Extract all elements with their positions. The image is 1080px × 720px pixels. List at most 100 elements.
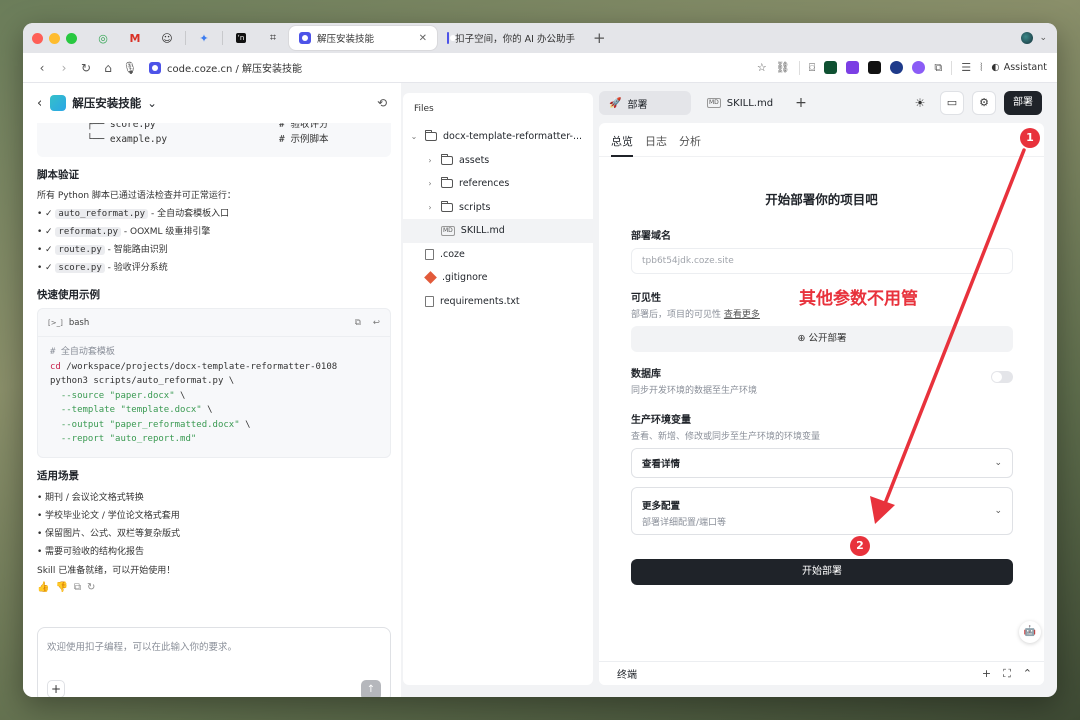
tree-item-gitignore[interactable]: .gitignore bbox=[403, 266, 593, 290]
tab-deploy[interactable]: 🚀 部署 bbox=[599, 91, 691, 115]
tree-item-scripts[interactable]: › scripts bbox=[403, 196, 593, 220]
maximize-window-button[interactable] bbox=[66, 32, 77, 44]
add-terminal-icon[interactable]: + bbox=[982, 667, 991, 681]
view-more-link[interactable]: 查看更多 bbox=[724, 310, 760, 320]
verify-list: ✓ auto_reformat.py - 全自动套模板入口 ✓ reformat… bbox=[37, 205, 391, 277]
folder-icon bbox=[440, 153, 453, 165]
microphone-icon[interactable]: 🎙 bbox=[119, 61, 141, 75]
tree-item-skill-md[interactable]: MD SKILL.md bbox=[403, 219, 593, 243]
terminal-label: 终端 bbox=[617, 670, 637, 681]
chat-input[interactable]: 欢迎使用扣子编程，可以在此输入你的要求。 + ↑ bbox=[37, 627, 391, 697]
minimize-window-button[interactable] bbox=[49, 32, 60, 44]
thumbs-up-icon[interactable]: 👍 bbox=[37, 582, 49, 593]
avatar bbox=[1021, 32, 1034, 44]
list-item: 期刊 / 会议论文格式转换 bbox=[37, 489, 391, 507]
menu-icon[interactable]: ☰ bbox=[961, 61, 971, 74]
extension-icon[interactable] bbox=[824, 61, 838, 74]
camera-icon[interactable]: ⌼ bbox=[809, 61, 816, 75]
tab-coze-space[interactable]: 扣子空间，你的 AI 办公助手 bbox=[437, 26, 585, 50]
skill-icon bbox=[50, 95, 67, 111]
chat-messages: ├── score.py # 验收评分 └── example.py # 示例脚… bbox=[37, 123, 391, 593]
wrap-icon[interactable]: ↩ bbox=[373, 318, 380, 328]
more-config-select[interactable]: 更多配置 部署详细配置/端口等 ⌄ bbox=[631, 487, 1013, 535]
assistant-bot-button[interactable]: 🤖 bbox=[1019, 621, 1041, 643]
domain-input[interactable]: tpb6t54jdk.coze.site bbox=[631, 248, 1013, 274]
extension-icon[interactable] bbox=[868, 61, 882, 74]
chevron-right-icon: › bbox=[428, 202, 432, 212]
star-icon[interactable]: ☆ bbox=[757, 61, 767, 74]
tree-item-root-folder[interactable]: ⌄ docx-template-reformatter-... bbox=[403, 125, 593, 149]
annotation-text: 其他参数不用管 bbox=[797, 284, 920, 309]
close-icon[interactable]: ✕ bbox=[419, 33, 427, 44]
database-label: 数据库 bbox=[631, 369, 661, 380]
list-item: ✓ auto_reformat.py - 全自动套模板入口 bbox=[37, 205, 391, 223]
profile-menu[interactable]: ⌄ bbox=[1021, 32, 1047, 44]
pinned-tab-app[interactable]: ʻn bbox=[225, 27, 257, 49]
deploy-button[interactable]: 部署 bbox=[1004, 91, 1042, 115]
extension-icon[interactable] bbox=[890, 61, 904, 74]
extension-icon[interactable] bbox=[912, 61, 926, 74]
close-window-button[interactable] bbox=[32, 32, 43, 44]
pinned-tab-figma[interactable]: ⌗ bbox=[257, 27, 289, 49]
back-icon[interactable]: ‹ bbox=[37, 96, 42, 111]
history-icon[interactable]: ⟲ bbox=[377, 96, 387, 110]
tree-item-coze[interactable]: .coze bbox=[403, 243, 593, 267]
collapse-icon[interactable]: ⌃ bbox=[1023, 667, 1032, 681]
scene-heading: 适用场景 bbox=[37, 469, 79, 482]
files-header: Files bbox=[414, 104, 434, 114]
file-icon bbox=[425, 248, 434, 260]
database-sync-toggle[interactable] bbox=[991, 371, 1013, 383]
forward-icon[interactable]: › bbox=[53, 61, 75, 75]
tab-skill[interactable]: 解压安装技能 ✕ bbox=[289, 26, 437, 50]
project-title[interactable]: 解压安装技能 ⌄ bbox=[50, 95, 157, 111]
address-bar: ‹ › ↻ ⌂ 🎙 code.coze.cn / 解压安装技能 ☆ ⛓ ⌼ ⧉ … bbox=[23, 53, 1057, 83]
tab-analytics[interactable]: 分析 bbox=[679, 133, 701, 157]
home-icon[interactable]: ⌂ bbox=[97, 61, 119, 75]
env-vars-desc: 查看、新增、修改或同步至生产环境的环境变量 bbox=[631, 432, 821, 442]
send-button[interactable]: ↑ bbox=[361, 680, 381, 697]
add-attachment-button[interactable]: + bbox=[47, 680, 65, 697]
reload-icon[interactable]: ↻ bbox=[75, 61, 97, 75]
new-tab-button[interactable]: + bbox=[593, 29, 606, 47]
chat-panel: ‹ 解压安装技能 ⌄ ⟲ ├── score.py # 验收评分 └── exa… bbox=[23, 83, 401, 697]
list-item: ✓ score.py - 验收评分系统 bbox=[37, 259, 391, 277]
sparkle-icon: ✦ bbox=[199, 31, 209, 45]
theme-icon[interactable]: ☀ bbox=[908, 91, 932, 115]
terminal-bar[interactable]: 终端 + ⛶ ⌃ bbox=[599, 661, 1044, 685]
link-icon[interactable]: ⛓ bbox=[776, 61, 790, 74]
chevron-down-icon: ⌄ bbox=[147, 96, 157, 110]
back-icon[interactable]: ‹ bbox=[31, 61, 53, 75]
tree-item-assets[interactable]: › assets bbox=[403, 149, 593, 173]
rocket-icon: 🚀 bbox=[609, 97, 622, 109]
database-field: 数据库 同步开发环境的数据至生产环境 bbox=[631, 365, 1013, 396]
toolbar-extensions: ☆ ⛓ ⌼ ⧉ ☰ ⦚ ◐ Assistant bbox=[757, 60, 1047, 75]
env-vars-select[interactable]: 查看详情 ⌄ bbox=[631, 448, 1013, 478]
folder-button[interactable]: ▭ bbox=[940, 91, 964, 115]
settings-button[interactable]: ⚙ bbox=[972, 91, 996, 115]
pinned-tab-gemini[interactable]: ✦ bbox=[188, 27, 220, 49]
pinned-tab-avatar[interactable]: ☺ bbox=[151, 27, 183, 49]
copy-icon[interactable]: ⧉ bbox=[74, 582, 81, 593]
code-block: [>_] bash ⧉ ↩ # 全自动套模板 cd /workspace/pro… bbox=[37, 308, 391, 458]
add-tab-button[interactable]: + bbox=[795, 95, 807, 111]
pinned-tab-chrome[interactable]: ◎ bbox=[87, 27, 119, 49]
tab-overview[interactable]: 总览 bbox=[611, 133, 633, 157]
extension-icon[interactable] bbox=[846, 61, 860, 74]
tree-item-requirements[interactable]: requirements.txt bbox=[403, 290, 593, 314]
thumbs-down-icon[interactable]: 👎 bbox=[55, 582, 67, 593]
regenerate-icon[interactable]: ↻ bbox=[87, 582, 95, 593]
public-deploy-button[interactable]: ⊕ 公开部署 bbox=[631, 326, 1013, 352]
puzzle-icon[interactable]: ⧉ bbox=[934, 61, 942, 75]
pinned-tab-gmail[interactable]: M bbox=[119, 27, 151, 49]
git-icon bbox=[424, 271, 437, 285]
tab-logs[interactable]: 日志 bbox=[645, 133, 667, 157]
audio-icon[interactable]: ⦚ bbox=[980, 61, 982, 75]
code-language: bash bbox=[68, 317, 90, 328]
url-field[interactable]: code.coze.cn / 解压安装技能 bbox=[149, 60, 302, 75]
copy-icon[interactable]: ⧉ bbox=[355, 318, 361, 328]
tab-skill-md[interactable]: MD SKILL.md bbox=[697, 91, 783, 115]
assistant-button[interactable]: ◐ Assistant bbox=[991, 62, 1047, 73]
start-deploy-button[interactable]: 开始部署 bbox=[631, 559, 1013, 585]
expand-icon[interactable]: ⛶ bbox=[1003, 667, 1011, 681]
tree-item-references[interactable]: › references bbox=[403, 172, 593, 196]
